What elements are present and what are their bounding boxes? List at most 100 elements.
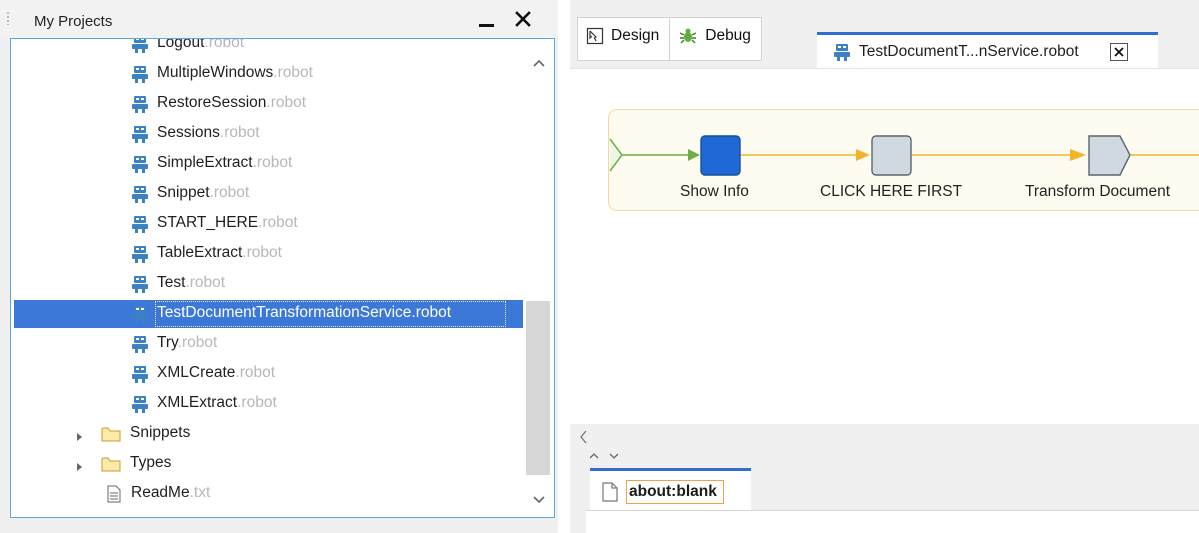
tree-item-robot[interactable]: Try.robot	[11, 329, 531, 359]
item-name: TestDocumentTransformationService.robot	[157, 304, 452, 321]
browser-view[interactable]	[586, 510, 1199, 533]
item-extension: .robot	[273, 64, 313, 81]
selection-highlight	[508, 300, 523, 328]
item-name: MultipleWindows	[157, 64, 274, 81]
scroll-up-arrow-icon[interactable]	[531, 57, 547, 69]
tree-item-label: TableExtract.robot	[157, 244, 282, 262]
document-tab[interactable]: TestDocumentT...nService.robot	[817, 32, 1158, 69]
tab-design[interactable]: Design	[578, 18, 669, 60]
browser-tab-label: about:blank	[626, 480, 724, 504]
tree-item-robot[interactable]: SimpleExtract.robot	[11, 149, 531, 179]
minimize-icon	[478, 23, 494, 27]
item-name: Snippet	[157, 184, 210, 201]
robot-icon	[131, 305, 149, 323]
item-name: Try	[157, 334, 178, 351]
tree-item-label: XMLCreate.robot	[157, 364, 275, 382]
tree-item-robot[interactable]: START_HERE.robot	[11, 209, 531, 239]
expand-arrow-icon[interactable]	[74, 459, 84, 471]
tree-item-robot[interactable]: Snippet.robot	[11, 179, 531, 209]
scroll-down-arrow-icon[interactable]	[531, 494, 547, 506]
tree-item-robot[interactable]: MultipleWindows.robot	[11, 59, 531, 89]
tree-item-label: MultipleWindows.robot	[157, 64, 313, 82]
item-extension: .robot	[258, 214, 298, 231]
item-extension: .robot	[237, 394, 277, 411]
project-tree[interactable]: Logout.robot MultipleWindows.robot Restore…	[10, 38, 555, 518]
tab-debug[interactable]: Debug	[669, 18, 761, 60]
flow-arrow-icon	[856, 149, 870, 161]
scroll-thumb[interactable]	[526, 301, 550, 475]
tree-item-label: START_HERE.robot	[157, 214, 298, 232]
tree-item-folder[interactable]: Snippets	[11, 419, 531, 449]
flow-step-label: Show Info	[680, 183, 749, 200]
robot-icon	[131, 275, 149, 293]
folder-icon	[101, 426, 121, 442]
flow-start-icon[interactable]	[609, 138, 623, 172]
robot-icon	[131, 395, 149, 413]
design-icon	[586, 27, 604, 45]
document-tab-close-button[interactable]	[1110, 43, 1128, 61]
robot-icon	[131, 335, 149, 353]
flow-step-transform-document[interactable]	[1088, 135, 1131, 176]
tree-item-robot[interactable]: Sessions.robot	[11, 119, 531, 149]
text-file-icon	[107, 485, 121, 503]
design-canvas[interactable]: Show Info CLICK HERE FIRST Transform Doc…	[570, 69, 1199, 424]
tab-design-label: Design	[611, 27, 660, 44]
left-arrow-icon[interactable]	[580, 430, 587, 444]
browser-tab[interactable]: about:blank	[590, 468, 751, 510]
tree-item-robot[interactable]: Logout.robot	[11, 39, 531, 59]
flow-step-show-info[interactable]	[700, 135, 741, 176]
editor-area: Design Debug TestDocumentT...nService.ro…	[570, 0, 1199, 533]
item-extension: .robot	[235, 364, 276, 381]
robot-icon	[131, 95, 149, 113]
item-extension: .txt	[189, 484, 211, 501]
close-panel-button[interactable]	[511, 6, 535, 32]
item-extension: .robot	[266, 94, 307, 111]
expand-down-icon[interactable]	[609, 453, 619, 459]
tree-item-robot[interactable]: Test.robot	[11, 269, 531, 299]
tree-item-robot[interactable]: RestoreSession.robot	[11, 89, 531, 119]
tree-item-label: Snippet.robot	[157, 184, 249, 202]
item-name: RestoreSession	[157, 94, 267, 111]
projects-panel-header: My Projects	[0, 0, 558, 38]
projects-panel: My Projects Logout.robot MultipleWindows.…	[0, 0, 558, 533]
robot-icon	[131, 365, 149, 383]
tree-item-file[interactable]: ReadMe.txt	[11, 479, 531, 509]
flow-step-click-here-first[interactable]	[871, 135, 912, 176]
tree-item-robot[interactable]: TestDocumentTransformationService.robot	[11, 299, 531, 329]
robot-icon	[131, 65, 149, 83]
robot-icon	[131, 125, 149, 143]
item-extension: .robot	[252, 154, 293, 171]
tree-item-label: Try.robot	[157, 334, 217, 352]
mode-tabs: Design Debug	[577, 17, 762, 61]
flow-step-label: Transform Document	[1025, 183, 1170, 200]
tree-item-label: SimpleExtract.robot	[157, 154, 292, 172]
page-icon	[602, 482, 618, 502]
tree-item-label: Logout.robot	[157, 39, 244, 52]
item-name: Test	[157, 274, 186, 291]
expand-arrow-icon[interactable]	[74, 429, 84, 441]
item-name: XMLCreate	[157, 364, 236, 381]
item-name: XMLExtract	[157, 394, 238, 411]
flow-diagram	[609, 135, 1199, 176]
item-name: TableExtract	[157, 244, 243, 261]
flow-arrow-icon	[1070, 149, 1086, 161]
tree-item-robot[interactable]: XMLExtract.robot	[11, 389, 531, 419]
minimize-button[interactable]	[474, 6, 498, 32]
drag-grip[interactable]	[6, 11, 11, 25]
tree-item-label: Snippets	[130, 424, 191, 441]
tree-item-robot[interactable]: TableExtract.robot	[11, 239, 531, 269]
tree-item-label: TestDocumentTransformationService.robot	[157, 304, 451, 322]
item-extension: .robot	[177, 334, 218, 351]
tree-item-label: Sessions.robot	[157, 124, 260, 142]
tree-item-robot[interactable]: XMLCreate.robot	[11, 359, 531, 389]
tree-item-folder[interactable]: Types	[11, 449, 531, 479]
item-name: SimpleExtract	[157, 154, 253, 171]
close-icon	[1114, 47, 1124, 57]
tree-scrollbar[interactable]	[523, 39, 554, 517]
tree-item-label: Test.robot	[157, 274, 225, 292]
collapse-up-icon[interactable]	[589, 453, 599, 459]
panel-title: My Projects	[34, 13, 113, 30]
item-extension: .robot	[209, 184, 250, 201]
robot-icon	[131, 185, 149, 203]
robot-icon	[131, 39, 149, 53]
